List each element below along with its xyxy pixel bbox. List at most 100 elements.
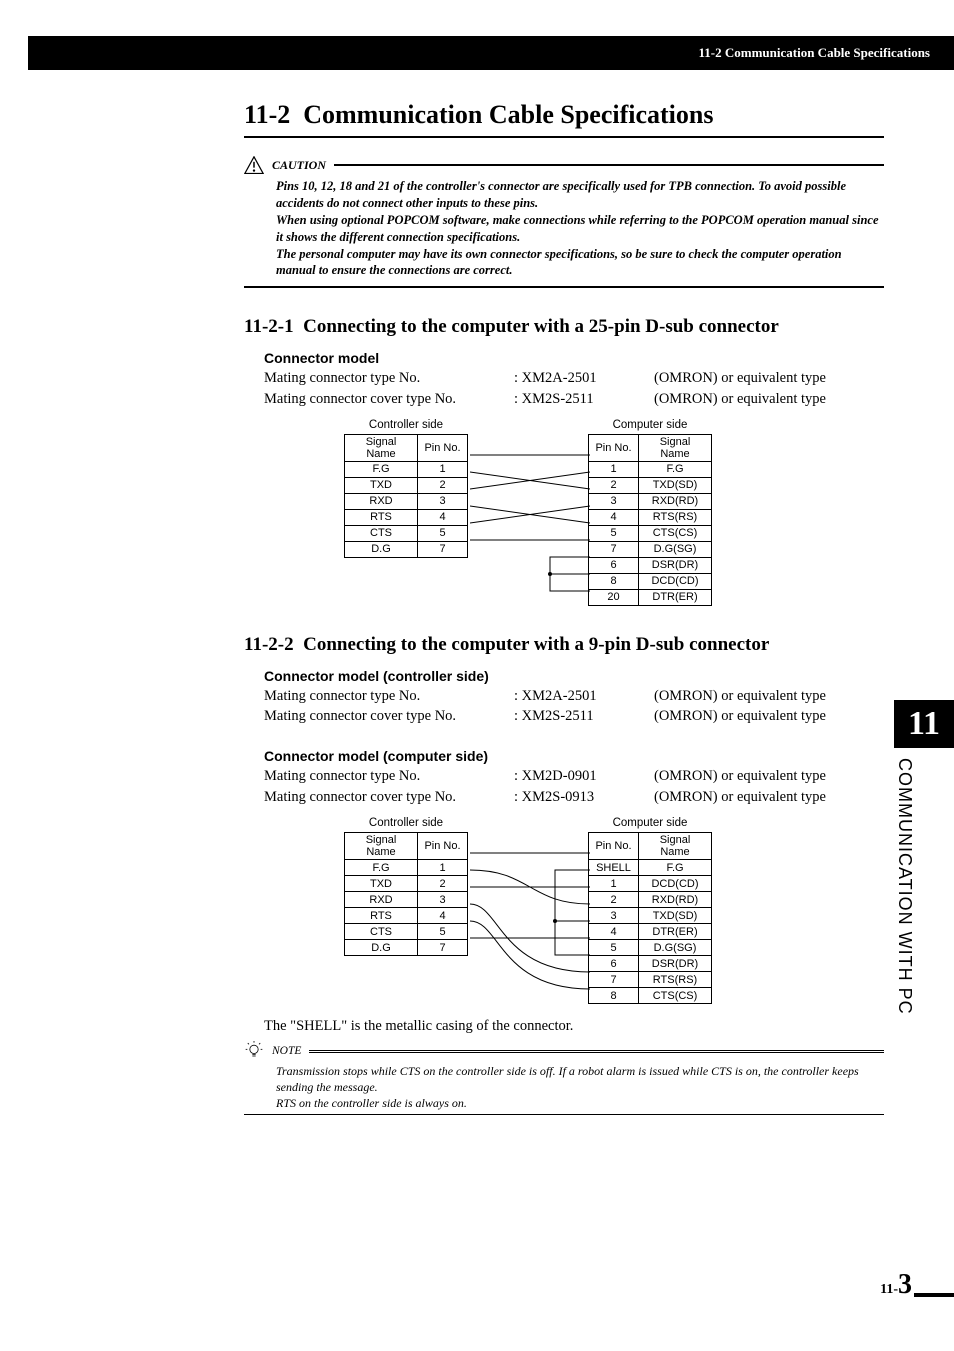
note-line: Transmission stops while CTS on the cont… bbox=[276, 1063, 884, 1095]
spec-line: Mating connector type No. : XM2D-0901 (O… bbox=[264, 766, 884, 786]
spec-brand: (OMRON) or equivalent type bbox=[654, 389, 884, 409]
spec-label: Mating connector cover type No. bbox=[264, 706, 514, 726]
th-signal: Signal Name bbox=[639, 833, 712, 860]
th-signal: Signal Name bbox=[639, 434, 712, 461]
caution-label: CAUTION bbox=[272, 158, 326, 173]
caution-line: Pins 10, 12, 18 and 21 of the controller… bbox=[276, 178, 884, 212]
heading-number: 11-2-2 bbox=[244, 634, 294, 655]
table-row: CTS5 bbox=[345, 525, 468, 541]
running-header: 11-2 Communication Cable Specifications bbox=[28, 36, 954, 70]
note-line: RTS on the controller side is always on. bbox=[276, 1095, 884, 1111]
th-pin: Pin No. bbox=[589, 434, 639, 461]
section-9pin-heading: 11-2-2 Connecting to the computer with a… bbox=[244, 634, 884, 656]
controller-pin-table: Signal NamePin No. F.G1 TXD2 RXD3 RTS4 C… bbox=[344, 832, 468, 956]
table-row: D.G7 bbox=[345, 940, 468, 956]
spec-line: Mating connector type No. : XM2A-2501 (O… bbox=[264, 368, 884, 388]
table-row: CTS5 bbox=[345, 924, 468, 940]
table-row: RXD3 bbox=[345, 892, 468, 908]
pin-table-25pin: Controller side Signal NamePin No. F.G1 … bbox=[344, 419, 884, 606]
title-text: Communication Cable Specifications bbox=[303, 100, 713, 129]
chapter-vertical-label: COMMUNICATION WITH PC bbox=[894, 758, 933, 1015]
table-row: 5D.G(SG) bbox=[589, 940, 712, 956]
note-box: NOTE Transmission stops while CTS on the… bbox=[244, 1041, 884, 1115]
controller-side-table: Controller side Signal NamePin No. F.G1 … bbox=[344, 419, 468, 606]
caution-box: CAUTION Pins 10, 12, 18 and 21 of the co… bbox=[244, 156, 884, 288]
th-pin: Pin No. bbox=[418, 833, 468, 860]
connector-model-9pin-computer: Connector model (computer side) Mating c… bbox=[264, 748, 884, 807]
spec-brand: (OMRON) or equivalent type bbox=[654, 787, 884, 807]
page-num-value: 3 bbox=[898, 1269, 912, 1300]
spec-label: Mating connector type No. bbox=[264, 766, 514, 786]
spec-line: Mating connector cover type No. : XM2S-2… bbox=[264, 389, 884, 409]
computer-pin-table: Pin No.Signal Name SHELLF.G 1DCD(CD) 2RX… bbox=[588, 832, 712, 1004]
spec-value: : XM2S-2511 bbox=[514, 706, 654, 726]
controller-side-label: Controller side bbox=[344, 419, 468, 431]
table-row: D.G7 bbox=[345, 541, 468, 557]
table-row: 8DCD(CD) bbox=[589, 573, 712, 589]
table-row: TXD2 bbox=[345, 477, 468, 493]
pin-table-9pin: Controller side Signal NamePin No. F.G1 … bbox=[344, 817, 884, 1004]
table-row: 1F.G bbox=[589, 461, 712, 477]
warning-icon bbox=[244, 156, 264, 174]
computer-side-label: Computer side bbox=[588, 817, 712, 829]
heading-text: Connecting to the computer with a 9-pin … bbox=[303, 634, 769, 655]
controller-side-label: Controller side bbox=[344, 817, 468, 829]
table-row: 7D.G(SG) bbox=[589, 541, 712, 557]
heading-number: 11-2-1 bbox=[244, 316, 294, 337]
spec-brand: (OMRON) or equivalent type bbox=[654, 706, 884, 726]
caution-line: When using optional POPCOM software, mak… bbox=[276, 212, 884, 246]
table-row: RXD3 bbox=[345, 493, 468, 509]
table-row: 6DSR(DR) bbox=[589, 956, 712, 972]
spec-label: Mating connector type No. bbox=[264, 686, 514, 706]
table-row: 4RTS(RS) bbox=[589, 509, 712, 525]
computer-side-table: Computer side Pin No.Signal Name 1F.G 2T… bbox=[588, 419, 712, 606]
table-row: 3TXD(SD) bbox=[589, 908, 712, 924]
table-row: 2RXD(RD) bbox=[589, 892, 712, 908]
page-content: 11-2 Communication Cable Specifications … bbox=[244, 100, 884, 1115]
note-body: Transmission stops while CTS on the cont… bbox=[244, 1061, 884, 1114]
spec-line: Mating connector cover type No. : XM2S-0… bbox=[264, 787, 884, 807]
running-title: 11-2 Communication Cable Specifications bbox=[699, 45, 930, 61]
table-row: 20DTR(ER) bbox=[589, 589, 712, 605]
side-rail: 11 COMMUNICATION WITH PC bbox=[894, 700, 954, 1015]
spec-brand: (OMRON) or equivalent type bbox=[654, 368, 884, 388]
section-25pin-heading: 11-2-1 Connecting to the computer with a… bbox=[244, 316, 884, 338]
connector-model-25pin: Connector model Mating connector type No… bbox=[264, 350, 884, 409]
table-row: RTS4 bbox=[345, 509, 468, 525]
spec-value: : XM2D-0901 bbox=[514, 766, 654, 786]
table-row: TXD2 bbox=[345, 876, 468, 892]
spec-brand: (OMRON) or equivalent type bbox=[654, 686, 884, 706]
lightbulb-icon bbox=[244, 1041, 264, 1061]
connector-model-label: Connector model (controller side) bbox=[264, 668, 884, 684]
table-row: 5CTS(CS) bbox=[589, 525, 712, 541]
page-number-line bbox=[914, 1293, 954, 1297]
table-row: SHELLF.G bbox=[589, 860, 712, 876]
spec-value: : XM2S-2511 bbox=[514, 389, 654, 409]
spec-label: Mating connector type No. bbox=[264, 368, 514, 388]
table-row: 7RTS(RS) bbox=[589, 972, 712, 988]
wiring-diagram-25pin bbox=[470, 441, 590, 611]
th-signal: Signal Name bbox=[345, 833, 418, 860]
title-number: 11-2 bbox=[244, 100, 290, 129]
table-row: F.G1 bbox=[345, 860, 468, 876]
spec-value: : XM2A-2501 bbox=[514, 686, 654, 706]
table-row: 2TXD(SD) bbox=[589, 477, 712, 493]
spec-value: : XM2A-2501 bbox=[514, 368, 654, 388]
computer-pin-table: Pin No.Signal Name 1F.G 2TXD(SD) 3RXD(RD… bbox=[588, 434, 712, 606]
spec-label: Mating connector cover type No. bbox=[264, 787, 514, 807]
heading-text: Connecting to the computer with a 25-pin… bbox=[303, 316, 779, 337]
chapter-number-badge: 11 bbox=[894, 700, 954, 748]
page-title: 11-2 Communication Cable Specifications bbox=[244, 100, 884, 138]
th-signal: Signal Name bbox=[345, 434, 418, 461]
table-row: 8CTS(CS) bbox=[589, 988, 712, 1004]
note-label: NOTE bbox=[272, 1045, 301, 1057]
table-row: F.G1 bbox=[345, 461, 468, 477]
connector-model-9pin-controller: Connector model (controller side) Mating… bbox=[264, 668, 884, 727]
table-row: RTS4 bbox=[345, 908, 468, 924]
connector-model-label: Connector model (computer side) bbox=[264, 748, 884, 764]
controller-side-table: Controller side Signal NamePin No. F.G1 … bbox=[344, 817, 468, 1004]
page-prefix: 11- bbox=[880, 1282, 898, 1297]
page-number: 11-3 bbox=[880, 1269, 912, 1301]
table-row: 4DTR(ER) bbox=[589, 924, 712, 940]
th-pin: Pin No. bbox=[589, 833, 639, 860]
